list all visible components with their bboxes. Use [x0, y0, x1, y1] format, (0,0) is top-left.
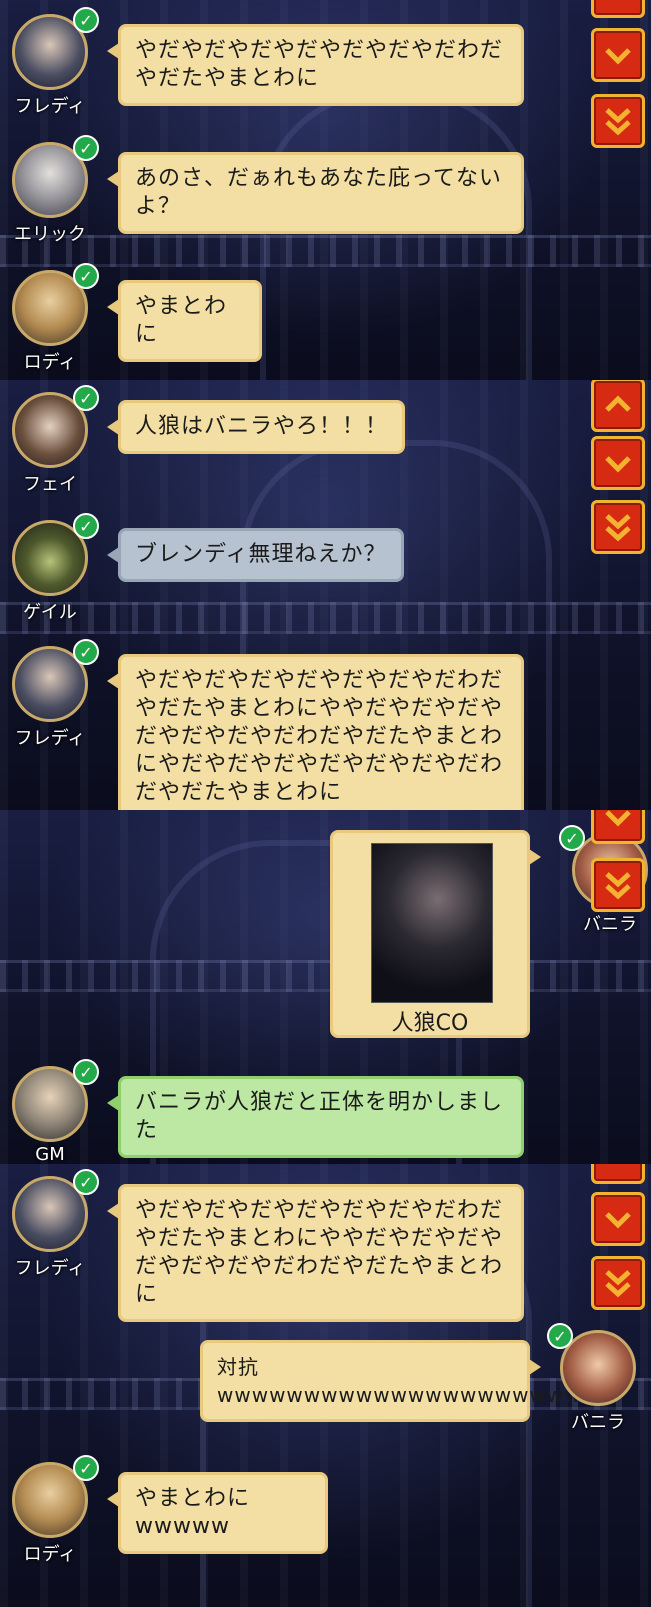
double-chevron-down-icon: [605, 1270, 631, 1298]
speaker-name: ロディ: [23, 352, 77, 373]
check-icon: ✓: [73, 135, 99, 161]
chevron-down-icon: [605, 456, 631, 473]
check-icon: ✓: [73, 263, 99, 289]
speaker-avatar[interactable]: ✓ ロディ: [2, 263, 99, 374]
chat-panel-4: ✓ フレディ やだやだやだやだやだやだやだわだやだたやまとわにややだやだやだやだ…: [0, 1164, 651, 1607]
speaker-name: フレディ: [14, 1258, 86, 1279]
message-bubble: 対抗wwwwwwwwwwwwwwwwwwwwww: [200, 1340, 598, 1422]
speaker-avatar[interactable]: ✓ フレディ: [2, 1169, 99, 1280]
speaker-name: GM: [35, 1144, 65, 1164]
check-icon: ✓: [73, 385, 99, 411]
avatar: ✓: [12, 639, 99, 722]
speaker-name: ゲイル: [23, 602, 77, 623]
speaker-avatar[interactable]: ✓ フェイ: [2, 385, 99, 496]
message-bubble: あのさ、だぁれもあなた庇ってないよ？: [107, 152, 524, 234]
message-text: バニラが人狼だと正体を明かしました: [135, 1090, 504, 1143]
message-bubble: ブレンディ無理ねえか？: [107, 528, 404, 582]
message-text: 対抗wwwwwwwwwwwwwwwwwwwwww: [217, 1355, 599, 1407]
speaker-name: ロディ: [23, 1544, 77, 1565]
message-bubble: やだやだやだやだやだやだやだわだやだたやまとわにややだやだやだやだやだやだやだわ…: [107, 1184, 524, 1322]
chevron-down-icon: [605, 48, 631, 65]
co-card[interactable]: 人狼CO: [330, 830, 541, 1038]
double-chevron-down-icon: [605, 872, 631, 900]
avatar: ✓: [12, 1059, 99, 1142]
message-text: やだやだやだやだやだやだやだわだやだたやまとわに: [135, 38, 504, 91]
speaker-avatar[interactable]: ✓ フレディ: [2, 7, 99, 118]
message-bubble: 人狼はバニラやろ！！！: [107, 400, 405, 454]
chat-panel-1: ✓ フレディ やだやだやだやだやだやだやだわだやだたやまとわに ✓ エリック あ…: [0, 0, 651, 380]
check-icon: ✓: [547, 1323, 573, 1349]
message-text: ブレンディ無理ねえか？: [135, 542, 387, 567]
speaker-avatar[interactable]: ✓ エリック: [2, 135, 99, 246]
chat-panel-2: ✓ フェイ 人狼はバニラやろ！！！ ✓ ゲイル ブレンディ無理ねえか？ ✓ フレ…: [0, 380, 651, 810]
scroll-down-button[interactable]: [591, 28, 645, 82]
scroll-down-button[interactable]: [591, 1192, 645, 1246]
scroll-to-bottom-button[interactable]: [591, 94, 645, 148]
chevron-down-icon: [605, 1212, 631, 1229]
message-text: やだやだやだやだやだやだやだわだやだたやまとわにややだやだやだやだやだやだやだわ…: [135, 1198, 504, 1307]
check-icon: ✓: [73, 513, 99, 539]
speaker-name: フレディ: [14, 728, 86, 749]
avatar: ✓: [547, 1323, 636, 1406]
avatar: ✓: [12, 385, 99, 468]
message-text: やまとわに: [135, 294, 228, 347]
chevron-down-icon: [605, 810, 631, 827]
double-chevron-down-icon: [605, 108, 631, 136]
scroll-down-button[interactable]: [591, 436, 645, 490]
card-caption: 人狼CO: [391, 1011, 469, 1036]
speaker-name: フレディ: [14, 96, 86, 117]
werewolf-card-image: [371, 843, 493, 1003]
speaker-name: バニラ: [583, 914, 637, 935]
avatar: ✓: [12, 135, 99, 218]
double-chevron-down-icon: [605, 514, 631, 542]
speaker-avatar[interactable]: ✓ ロディ: [2, 1455, 99, 1566]
speaker-avatar[interactable]: ✓ フレディ: [2, 639, 99, 750]
avatar: ✓: [12, 263, 99, 346]
background-railing: [0, 960, 651, 992]
message-text: やまとわにwwwww: [135, 1486, 251, 1539]
scroll-to-bottom-button[interactable]: [591, 500, 645, 554]
avatar: ✓: [12, 7, 99, 90]
chevron-up-icon: [601, 0, 635, 8]
speaker-avatar[interactable]: ✓ ゲイル: [2, 513, 99, 624]
scroll-up-button[interactable]: [591, 380, 645, 432]
speaker-name: エリック: [14, 224, 86, 245]
scroll-up-button[interactable]: [591, 1164, 645, 1184]
check-icon: ✓: [73, 1455, 99, 1481]
scroll-up-button[interactable]: [591, 0, 645, 18]
speaker-name: フェイ: [23, 474, 77, 495]
message-bubble: やだやだやだやだやだやだやだわだやだたやまとわにややだやだやだやだやだやだやだわ…: [107, 654, 524, 810]
message-text: あのさ、だぁれもあなた庇ってないよ？: [135, 166, 502, 219]
check-icon: ✓: [73, 1059, 99, 1085]
speaker-name: バニラ: [571, 1412, 625, 1433]
message-text: 人狼はバニラやろ！！！: [135, 414, 389, 439]
avatar: ✓: [12, 1455, 99, 1538]
message-bubble: やだやだやだやだやだやだやだわだやだたやまとわに: [107, 24, 524, 106]
scroll-down-button[interactable]: [591, 810, 645, 844]
avatar: ✓: [12, 1169, 99, 1252]
speaker-avatar[interactable]: ✓ バニラ: [547, 1323, 646, 1434]
avatar: ✓: [12, 513, 99, 596]
check-icon: ✓: [73, 1169, 99, 1195]
message-bubble: バニラが人狼だと正体を明かしました: [107, 1076, 524, 1158]
scroll-to-bottom-button[interactable]: [591, 858, 645, 912]
check-icon: ✓: [559, 825, 585, 851]
chevron-up-icon: [605, 395, 631, 412]
message-bubble: やまとわに: [107, 280, 262, 362]
chevron-up-icon: [601, 1164, 635, 1174]
speaker-avatar[interactable]: ✓ GM: [2, 1059, 99, 1164]
check-icon: ✓: [73, 639, 99, 665]
check-icon: ✓: [73, 7, 99, 33]
chat-panel-3: 人狼CO ✓ バニラ ✓ GM バニラが人狼だと正体を明かしました: [0, 810, 651, 1164]
message-text: やだやだやだやだやだやだやだわだやだたやまとわにややだやだやだやだやだやだやだわ…: [135, 668, 504, 805]
message-bubble: やまとわにwwwww: [107, 1472, 328, 1554]
scroll-to-bottom-button[interactable]: [591, 1256, 645, 1310]
